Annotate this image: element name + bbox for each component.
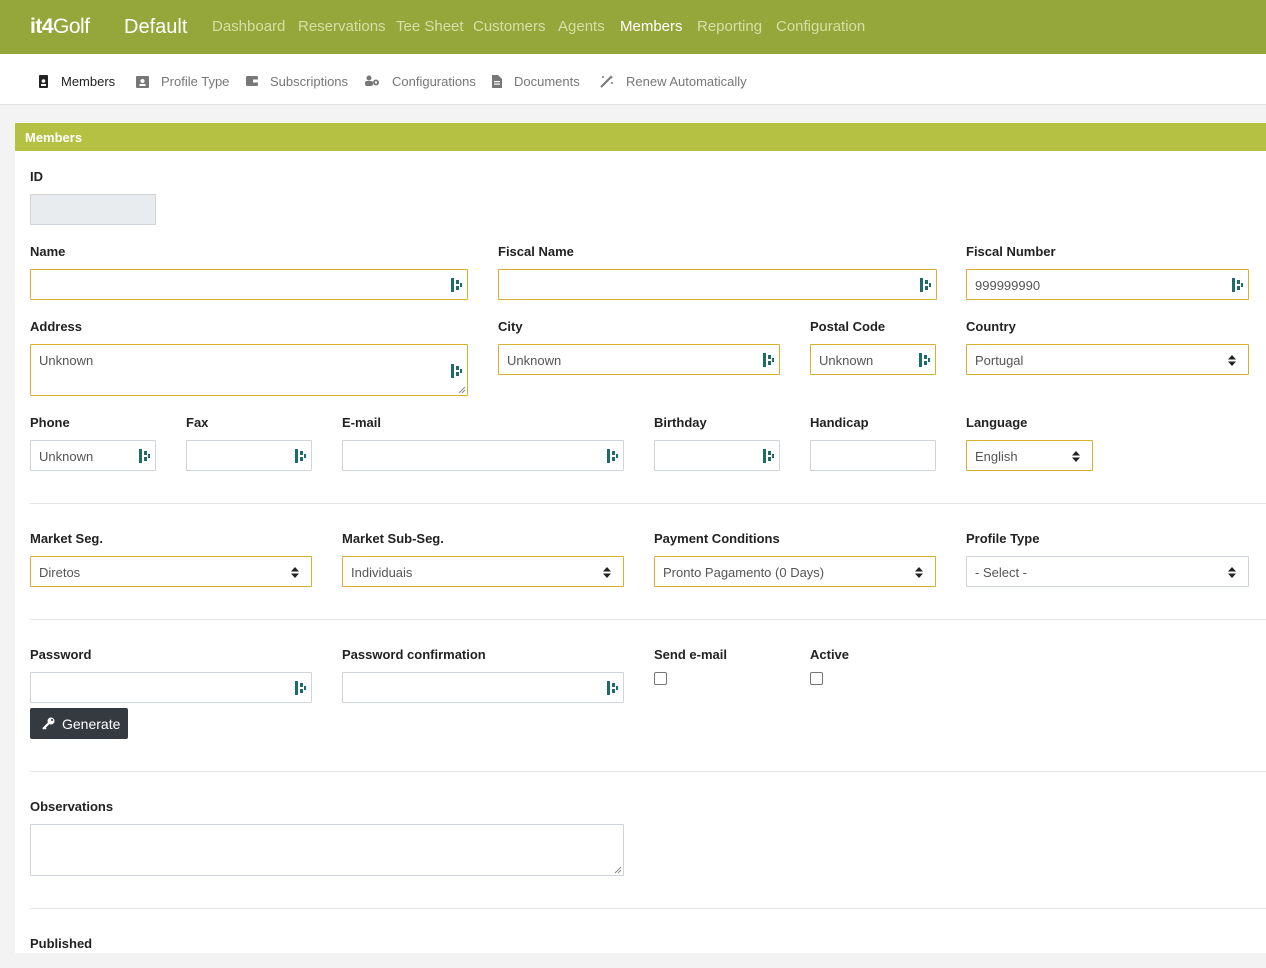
select-arrows-icon (603, 567, 611, 578)
subnav-renew-automatically[interactable]: Renew Automatically (600, 72, 747, 90)
file-icon (492, 74, 502, 88)
id-card-icon (136, 75, 149, 88)
email-input[interactable] (342, 440, 624, 471)
resize-grip-icon[interactable] (458, 386, 466, 394)
resize-grip-icon[interactable] (614, 866, 622, 874)
profile-type-label: Profile Type (966, 531, 1040, 546)
keyboard-icon[interactable] (294, 681, 306, 695)
phone-label: Phone (30, 415, 70, 430)
keyboard-icon[interactable] (450, 278, 462, 292)
handicap-input[interactable] (810, 440, 936, 471)
country-label: Country (966, 319, 1016, 334)
fiscal-number-label: Fiscal Number (966, 244, 1056, 259)
subnav-subscriptions[interactable]: Subscriptions (246, 72, 348, 90)
select-arrows-icon (291, 567, 299, 578)
address-textarea[interactable]: Unknown (30, 344, 468, 396)
language-label: Language (966, 415, 1028, 430)
keyboard-icon[interactable] (919, 278, 931, 292)
section-divider (30, 503, 1266, 504)
keyboard-icon[interactable] (606, 681, 618, 695)
key-icon (42, 717, 55, 730)
id-label: ID (30, 169, 43, 184)
keyboard-icon[interactable] (1231, 278, 1243, 292)
id-badge-icon (39, 74, 48, 88)
birthday-label: Birthday (654, 415, 707, 430)
select-arrows-icon (915, 567, 923, 578)
nav-members[interactable]: Members (620, 18, 683, 35)
country-select[interactable]: Portugal (966, 344, 1249, 375)
it4golf-logo[interactable]: it4Golf (30, 15, 90, 39)
generate-button[interactable]: Generate (30, 708, 128, 739)
market-sub-seg-label: Market Sub-Seg. (342, 531, 444, 546)
subnav-configurations[interactable]: Configurations (364, 72, 476, 90)
payment-conditions-label: Payment Conditions (654, 531, 780, 546)
handicap-label: Handicap (810, 415, 869, 430)
top-navbar: it4Golf Default Dashboard Reservations T… (0, 0, 1266, 54)
postal-code-input[interactable]: Unknown (810, 344, 936, 375)
keyboard-icon[interactable] (606, 449, 618, 463)
select-arrows-icon (1228, 567, 1236, 578)
observations-textarea[interactable] (30, 824, 624, 876)
send-email-label: Send e-mail (654, 647, 727, 662)
fiscal-name-label: Fiscal Name (498, 244, 574, 259)
fiscal-name-input[interactable] (498, 269, 937, 300)
published-label: Published (30, 936, 93, 951)
subnav-documents[interactable]: Documents (492, 72, 580, 90)
members-panel: Members ID Name Fiscal Name Fiscal Numbe… (15, 123, 1266, 953)
profile-type-select[interactable]: - Select - (966, 556, 1249, 587)
select-arrows-icon (1072, 451, 1080, 462)
active-label: Active (810, 647, 850, 662)
observations-label: Observations (30, 799, 114, 814)
keyboard-icon[interactable] (762, 353, 774, 367)
nav-tee-sheet[interactable]: Tee Sheet (396, 18, 464, 35)
keyboard-icon[interactable] (138, 449, 150, 463)
payment-conditions-select[interactable]: Pronto Pagamento (0 Days) (654, 556, 936, 587)
active-checkbox[interactable] (810, 672, 823, 685)
id-field (30, 194, 156, 225)
email-label: E-mail (342, 415, 382, 430)
nav-reporting[interactable]: Reporting (697, 18, 762, 35)
nav-reservations[interactable]: Reservations (298, 18, 386, 35)
password-input[interactable] (30, 672, 312, 703)
postal-code-label: Postal Code (810, 319, 886, 334)
password-label: Password (30, 647, 92, 662)
city-input[interactable]: Unknown (498, 344, 780, 375)
select-arrows-icon (1228, 355, 1236, 366)
keyboard-icon[interactable] (450, 364, 462, 378)
wallet-icon (246, 76, 258, 86)
nav-customers[interactable]: Customers (473, 18, 546, 35)
fax-input[interactable] (186, 440, 312, 471)
users-cog-icon (365, 75, 379, 86)
fax-label: Fax (186, 415, 209, 430)
fiscal-number-input[interactable]: 999999990 (966, 269, 1249, 300)
password-confirmation-input[interactable] (342, 672, 624, 703)
market-seg-select[interactable]: Diretos (30, 556, 312, 587)
password-confirmation-label: Password confirmation (342, 647, 486, 662)
panel-title: Members (15, 123, 1266, 151)
address-label: Address (30, 319, 83, 334)
nav-dashboard[interactable]: Dashboard (212, 18, 285, 35)
language-select[interactable]: English (966, 440, 1093, 471)
app-name[interactable]: Default (124, 16, 187, 39)
keyboard-icon[interactable] (762, 449, 774, 463)
city-label: City (498, 319, 523, 334)
section-divider (30, 619, 1266, 620)
keyboard-icon[interactable] (918, 353, 930, 367)
name-label: Name (30, 244, 66, 259)
name-input[interactable] (30, 269, 468, 300)
section-divider (30, 908, 1266, 909)
keyboard-icon[interactable] (294, 449, 306, 463)
nav-agents[interactable]: Agents (558, 18, 605, 35)
market-sub-seg-select[interactable]: Individuais (342, 556, 624, 587)
phone-input[interactable]: Unknown (30, 440, 156, 471)
send-email-checkbox[interactable] (654, 672, 667, 685)
birthday-input[interactable] (654, 440, 780, 471)
nav-configuration[interactable]: Configuration (776, 18, 865, 35)
market-seg-label: Market Seg. (30, 531, 103, 546)
subnav-profile-type[interactable]: Profile Type (136, 72, 229, 90)
section-divider (30, 771, 1266, 772)
magic-wand-icon (600, 74, 614, 88)
sub-navbar: Members Profile Type Subscriptions Confi… (0, 54, 1266, 105)
subnav-members[interactable]: Members (38, 72, 115, 90)
